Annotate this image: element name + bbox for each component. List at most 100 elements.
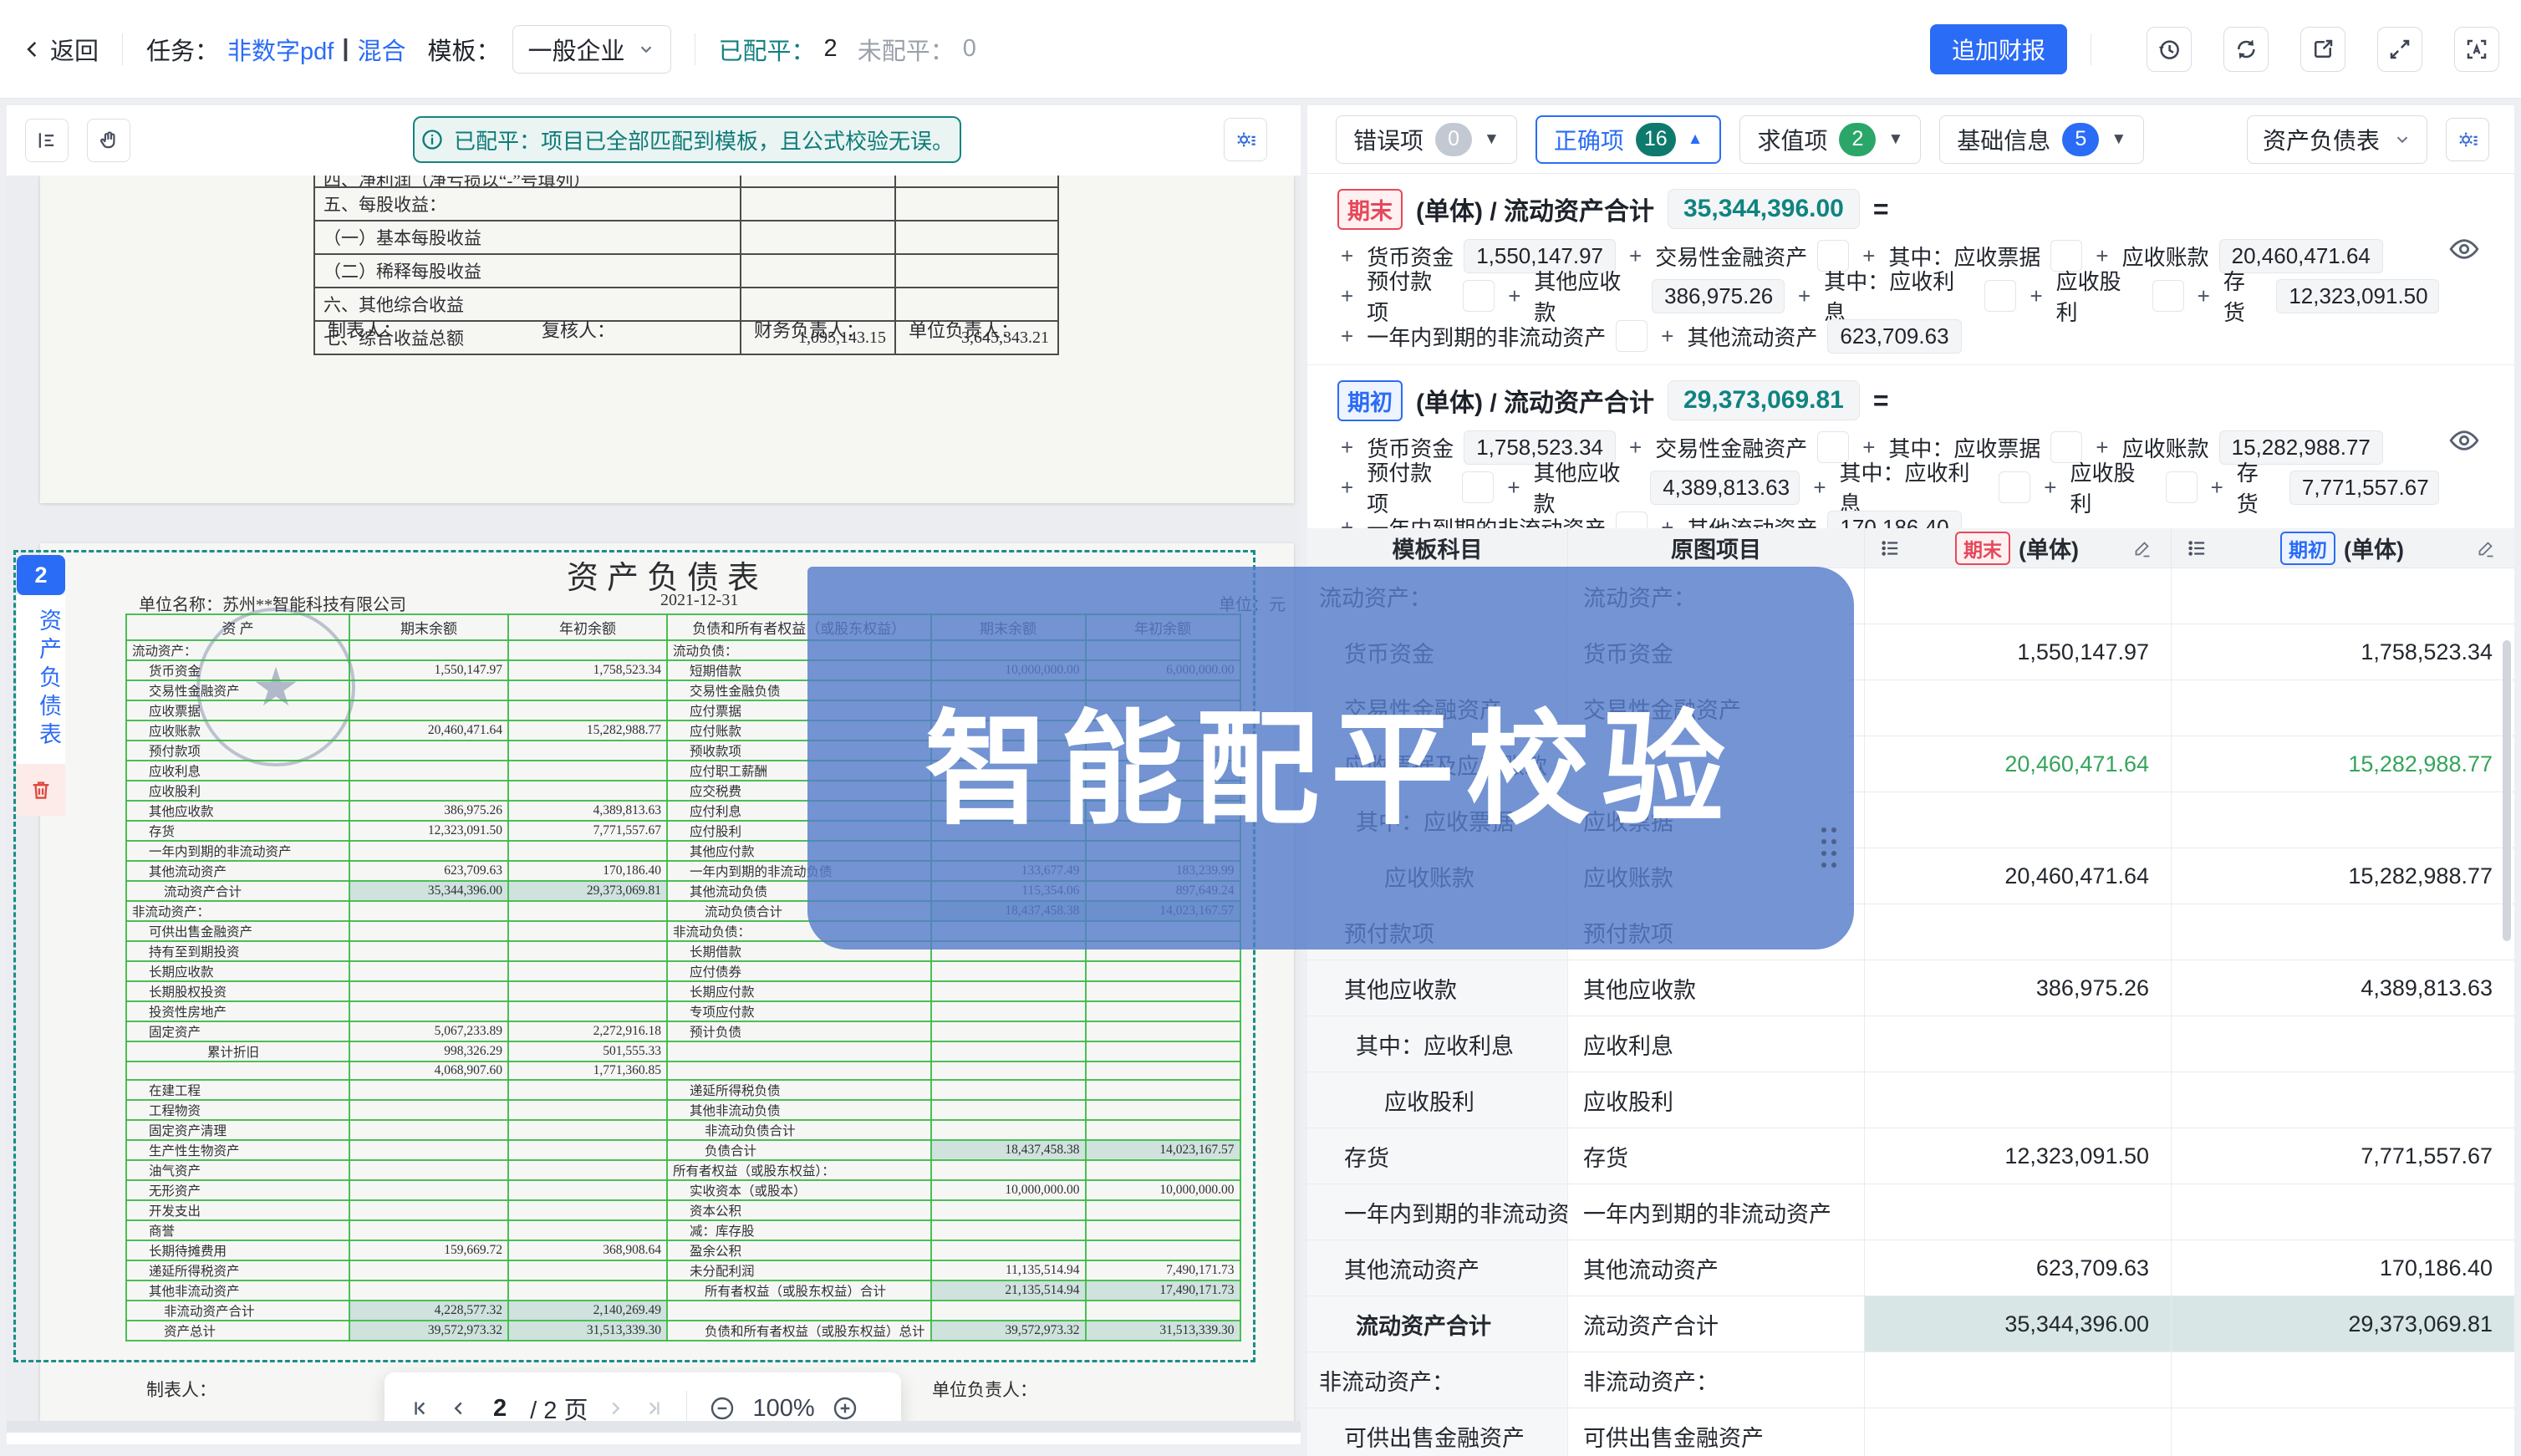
scan-cell: 20,460,471.64 <box>349 720 508 741</box>
scan-cell <box>1086 1080 1240 1100</box>
add-report-button[interactable]: 追加财报 <box>1930 24 2067 74</box>
period-begin-value-cell[interactable]: 4,389,813.63 <box>2172 960 2514 1016</box>
task-mode[interactable]: 混合 <box>357 32 405 67</box>
scan-row: 投资性房地产专项应付款 <box>126 1001 1240 1021</box>
period-end-value-cell[interactable]: 12,323,091.50 <box>1865 1128 2172 1184</box>
term-value[interactable] <box>2152 280 2184 312</box>
period-end-value-cell[interactable]: 386,975.26 <box>1865 960 2172 1016</box>
period-end-value-cell[interactable] <box>1865 1352 2172 1408</box>
period-begin-value-cell[interactable] <box>2172 1184 2514 1240</box>
period-begin-value-cell[interactable]: 15,282,988.77 <box>2172 848 2514 904</box>
scan-row: 固定资产清理非流动负债合计 <box>126 1120 1240 1140</box>
visibility-toggle[interactable] <box>2447 232 2481 266</box>
period-end-value-cell[interactable]: 35,344,396.00 <box>1865 1296 2172 1352</box>
period-begin-value-cell[interactable]: 170,186.40 <box>2172 1240 2514 1296</box>
period-end-value-cell[interactable] <box>1865 1072 2172 1128</box>
table-rule-settings-button[interactable] <box>2446 118 2489 161</box>
formula-total-value[interactable]: 35,344,396.00 <box>1668 189 1860 229</box>
term-value[interactable]: 4,389,813.63 <box>1650 471 1800 505</box>
first-page-button[interactable] <box>410 1397 431 1419</box>
period-begin-value-cell[interactable] <box>2172 1408 2514 1456</box>
count-badge: 5 <box>2062 123 2099 156</box>
horizontal-scrollbar[interactable] <box>7 1421 1301 1433</box>
period-begin-value-cell[interactable] <box>2172 792 2514 848</box>
period-end-value-cell[interactable]: 20,460,471.64 <box>1865 848 2172 904</box>
arrow-up-icon: ▲ <box>1688 130 1704 149</box>
visibility-toggle[interactable] <box>2447 424 2481 457</box>
scan-cell <box>508 1120 667 1140</box>
period-end-value-cell[interactable]: 20,460,471.64 <box>1865 736 2172 792</box>
period-begin-value-cell[interactable]: 15,282,988.77 <box>2172 736 2514 792</box>
delete-page-button[interactable] <box>17 764 65 816</box>
period-begin-value-cell[interactable]: 1,758,523.34 <box>2172 624 2514 680</box>
history-button[interactable] <box>2147 27 2192 72</box>
period-end-value-cell[interactable]: 1,550,147.97 <box>1865 624 2172 680</box>
filter-button[interactable]: 正确项16▲ <box>1536 115 1722 164</box>
period-end-value-cell[interactable] <box>1865 904 2172 960</box>
filter-button[interactable]: 基础信息5▼ <box>1939 115 2144 164</box>
period-begin-value-cell[interactable] <box>2172 680 2514 736</box>
vertical-scrollbar[interactable] <box>2503 640 2511 941</box>
filter-button[interactable]: 错误项0▼ <box>1336 115 1517 164</box>
period-begin-value-cell[interactable]: 29,373,069.81 <box>2172 1296 2514 1352</box>
list-icon[interactable] <box>1880 537 1902 559</box>
period-end-value-cell[interactable] <box>1865 792 2172 848</box>
next-page-button[interactable] <box>604 1397 626 1419</box>
term-value[interactable]: 12,323,091.50 <box>2276 279 2439 313</box>
term-value[interactable] <box>1463 280 1495 312</box>
edit-icon[interactable] <box>2132 538 2152 558</box>
list-icon[interactable] <box>2187 537 2208 559</box>
period-begin-value-cell[interactable] <box>2172 904 2514 960</box>
doc-rule-settings-button[interactable] <box>1224 118 1267 161</box>
term-value[interactable] <box>1984 280 2016 312</box>
export-button[interactable] <box>2300 27 2345 72</box>
zoom-in-button[interactable] <box>832 1395 858 1422</box>
scan-row: 应收利息应付职工薪酬 <box>126 761 1240 781</box>
sheet-select[interactable]: 资产负债表 <box>2247 115 2427 164</box>
zoom-out-button[interactable] <box>709 1395 736 1422</box>
term-label: 存货 <box>2223 265 2267 327</box>
edit-icon[interactable] <box>2476 538 2496 558</box>
refresh-button[interactable] <box>2223 27 2269 72</box>
page-tab-label[interactable]: 资产负债表 <box>17 595 65 764</box>
period-begin-value-cell[interactable] <box>2172 1016 2514 1072</box>
period-end-value-cell[interactable] <box>1865 1016 2172 1072</box>
fit-text-button[interactable] <box>2454 27 2499 72</box>
scan-cell <box>667 1061 931 1080</box>
scan-cell: 交易性金融负债 <box>667 680 931 700</box>
prev-page-button[interactable] <box>448 1397 470 1419</box>
scan-cell: 501,555.33 <box>508 1041 667 1061</box>
pan-tool-button[interactable] <box>87 119 130 162</box>
last-page-button[interactable] <box>643 1397 665 1419</box>
page-tab-number[interactable]: 2 <box>17 555 65 595</box>
fullscreen-button[interactable] <box>2377 27 2422 72</box>
period-begin-value-cell[interactable] <box>2172 568 2514 624</box>
term-label: 交易性金融资产 <box>1655 241 1807 272</box>
period-begin-value-cell[interactable] <box>2172 1352 2514 1408</box>
period-begin-value-cell[interactable]: 7,771,557.67 <box>2172 1128 2514 1184</box>
term-value[interactable]: 623,709.63 <box>1827 319 1961 354</box>
scan-cell <box>349 961 508 981</box>
filter-label: 求值项 <box>1757 123 1827 156</box>
task-type[interactable]: 非数字pdf <box>227 32 334 67</box>
filter-button[interactable]: 求值项2▼ <box>1739 115 1921 164</box>
period-end-value-cell[interactable] <box>1865 1184 2172 1240</box>
template-select[interactable]: 一般企业 <box>512 25 671 74</box>
term-value[interactable] <box>1999 471 2030 503</box>
term-value[interactable] <box>1462 471 1494 503</box>
term-value[interactable]: 7,771,557.67 <box>2289 471 2439 505</box>
document-viewport[interactable]: 四、净利润（净亏损以“-”号填列）五、每股收益：（一）基本每股收益（二）稀释每股… <box>7 176 1301 1433</box>
current-page[interactable]: 2 <box>486 1395 513 1423</box>
term-value[interactable]: 386,975.26 <box>1652 279 1785 313</box>
formula-total-value[interactable]: 29,373,069.81 <box>1668 380 1860 420</box>
scan-cell <box>931 1001 1086 1021</box>
period-end-value-cell[interactable] <box>1865 1408 2172 1456</box>
period-end-value-cell[interactable] <box>1865 568 2172 624</box>
period-end-value-cell[interactable] <box>1865 680 2172 736</box>
back-button[interactable]: 返回 <box>22 32 99 67</box>
period-begin-value-cell[interactable] <box>2172 1072 2514 1128</box>
term-value[interactable] <box>1616 320 1648 352</box>
thumbnail-panel-toggle[interactable] <box>25 119 69 162</box>
period-end-value-cell[interactable]: 623,709.63 <box>1865 1240 2172 1296</box>
term-value[interactable] <box>2166 471 2198 503</box>
